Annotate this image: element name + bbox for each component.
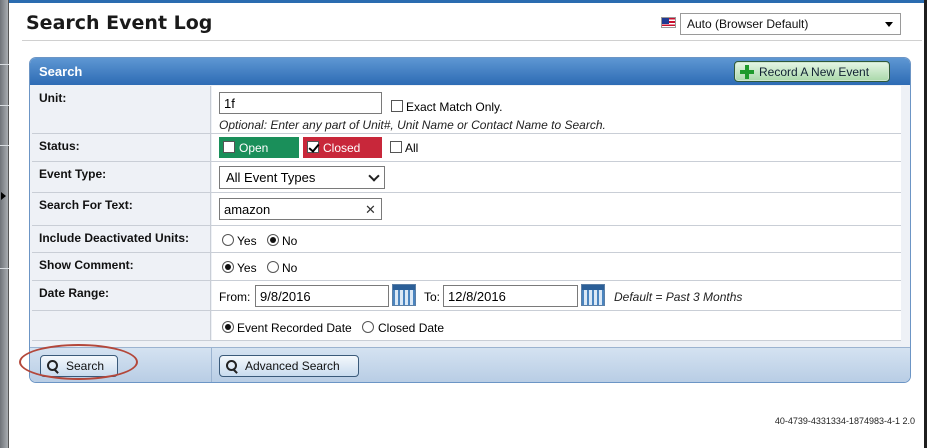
status-closed-toggle[interactable]: Closed xyxy=(303,137,382,158)
show-comment-row: Show Comment: Yes No xyxy=(32,253,901,281)
from-date-input[interactable] xyxy=(255,285,389,307)
sidebar-divider xyxy=(0,105,9,106)
comment-no-radio[interactable] xyxy=(267,261,279,273)
search-text-label: Search For Text: xyxy=(32,193,211,225)
title-divider xyxy=(22,40,922,41)
date-range-row: Date Range: From: To: Default = Past 3 M… xyxy=(32,281,901,311)
include-deactivated-label: Include Deactivated Units: xyxy=(32,226,211,252)
search-panel: Search Record A New Event Unit: Exact Ma… xyxy=(29,57,911,383)
date-range-cell: From: To: Default = Past 3 Months xyxy=(212,281,901,310)
sidebar-divider xyxy=(0,64,9,65)
exact-match-checkbox[interactable] xyxy=(391,100,403,112)
include-deactivated-row: Include Deactivated Units: Yes No xyxy=(32,226,901,253)
exact-match-label: Exact Match Only. xyxy=(406,100,503,114)
language-select-value: Auto (Browser Default) xyxy=(687,17,809,31)
status-open-toggle[interactable]: Open xyxy=(219,137,299,158)
date-basis-row: Event Recorded Date Closed Date xyxy=(32,311,901,341)
status-row: Status: Open Closed All xyxy=(32,134,901,162)
date-range-label: Date Range: xyxy=(32,281,211,310)
us-flag-icon xyxy=(661,17,676,28)
all-checkbox[interactable] xyxy=(390,141,402,153)
open-label: Open xyxy=(239,141,269,155)
date-basis-cell: Event Recorded Date Closed Date xyxy=(212,311,901,340)
action-bar-divider xyxy=(211,348,212,382)
language-select[interactable]: Auto (Browser Default) xyxy=(680,13,901,35)
search-text-cell: ✕ xyxy=(212,193,901,225)
event-type-row: Event Type: All Event Types xyxy=(32,162,901,193)
from-label: From: xyxy=(219,290,251,304)
record-new-event-label: Record A New Event xyxy=(759,64,870,79)
closed-checkbox[interactable] xyxy=(307,141,319,153)
event-recorded-date-label: Event Recorded Date xyxy=(237,321,352,335)
closed-date-label: Closed Date xyxy=(378,321,445,335)
clear-icon[interactable]: ✕ xyxy=(365,202,376,218)
advanced-search-label: Advanced Search xyxy=(245,359,340,373)
advanced-search-button[interactable]: Advanced Search xyxy=(219,355,359,377)
open-checkbox[interactable] xyxy=(223,141,235,153)
all-label: All xyxy=(405,141,419,155)
panel-header: Search Record A New Event xyxy=(30,58,910,85)
window-top-border xyxy=(9,0,927,3)
unit-label: Unit: xyxy=(32,86,211,133)
closed-date-radio[interactable] xyxy=(362,321,374,333)
event-type-label: Event Type: xyxy=(32,162,211,192)
event-type-value: All Event Types xyxy=(226,170,316,185)
comment-no-label: No xyxy=(282,261,298,275)
comment-yes-radio[interactable] xyxy=(222,261,234,273)
sidebar-divider xyxy=(0,145,9,146)
unit-input[interactable] xyxy=(219,92,382,114)
status-cell: Open Closed All xyxy=(212,134,901,161)
collapse-arrow-icon[interactable] xyxy=(1,192,6,200)
to-label: To: xyxy=(424,290,441,304)
event-type-cell: All Event Types xyxy=(212,162,901,192)
deactivated-no-label: No xyxy=(282,234,298,248)
comment-yes-label: Yes xyxy=(237,261,257,275)
to-date-input[interactable] xyxy=(443,285,578,307)
page-title: Search Event Log xyxy=(26,12,213,34)
action-bar: Search Advanced Search xyxy=(30,347,910,382)
status-label: Status: xyxy=(32,134,211,161)
calendar-icon[interactable] xyxy=(392,284,416,306)
search-text-input[interactable] xyxy=(219,198,382,220)
sidebar-divider xyxy=(0,268,9,269)
deactivated-yes-label: Yes xyxy=(237,234,257,248)
caret-down-icon xyxy=(885,22,893,27)
calendar-icon[interactable] xyxy=(581,284,605,306)
panel-title: Search xyxy=(39,64,83,79)
unit-hint: Optional: Enter any part of Unit#, Unit … xyxy=(219,118,606,132)
include-deactivated-cell: Yes No xyxy=(212,226,901,252)
left-sidebar-strip xyxy=(0,0,9,448)
show-comment-label: Show Comment: xyxy=(32,253,211,280)
build-id: 40-4739-4331334-1874983-4-1 2.0 xyxy=(774,416,915,426)
deactivated-no-radio[interactable] xyxy=(267,234,279,246)
event-recorded-date-radio[interactable] xyxy=(222,321,234,333)
deactivated-yes-radio[interactable] xyxy=(222,234,234,246)
record-new-event-button[interactable]: Record A New Event xyxy=(734,61,890,82)
plus-icon xyxy=(740,64,754,79)
date-default-hint: Default = Past 3 Months xyxy=(614,290,743,304)
unit-row: Unit: Exact Match Only. Optional: Enter … xyxy=(32,86,901,134)
chevron-down-icon xyxy=(368,170,380,182)
search-highlight-ring xyxy=(19,344,138,380)
unit-cell: Exact Match Only. Optional: Enter any pa… xyxy=(212,86,901,133)
closed-label: Closed xyxy=(323,141,361,155)
event-type-select[interactable]: All Event Types xyxy=(219,166,385,189)
magnifier-icon xyxy=(226,359,239,373)
date-basis-label xyxy=(32,311,211,340)
show-comment-cell: Yes No xyxy=(212,253,901,280)
search-text-row: Search For Text: ✕ xyxy=(32,193,901,226)
